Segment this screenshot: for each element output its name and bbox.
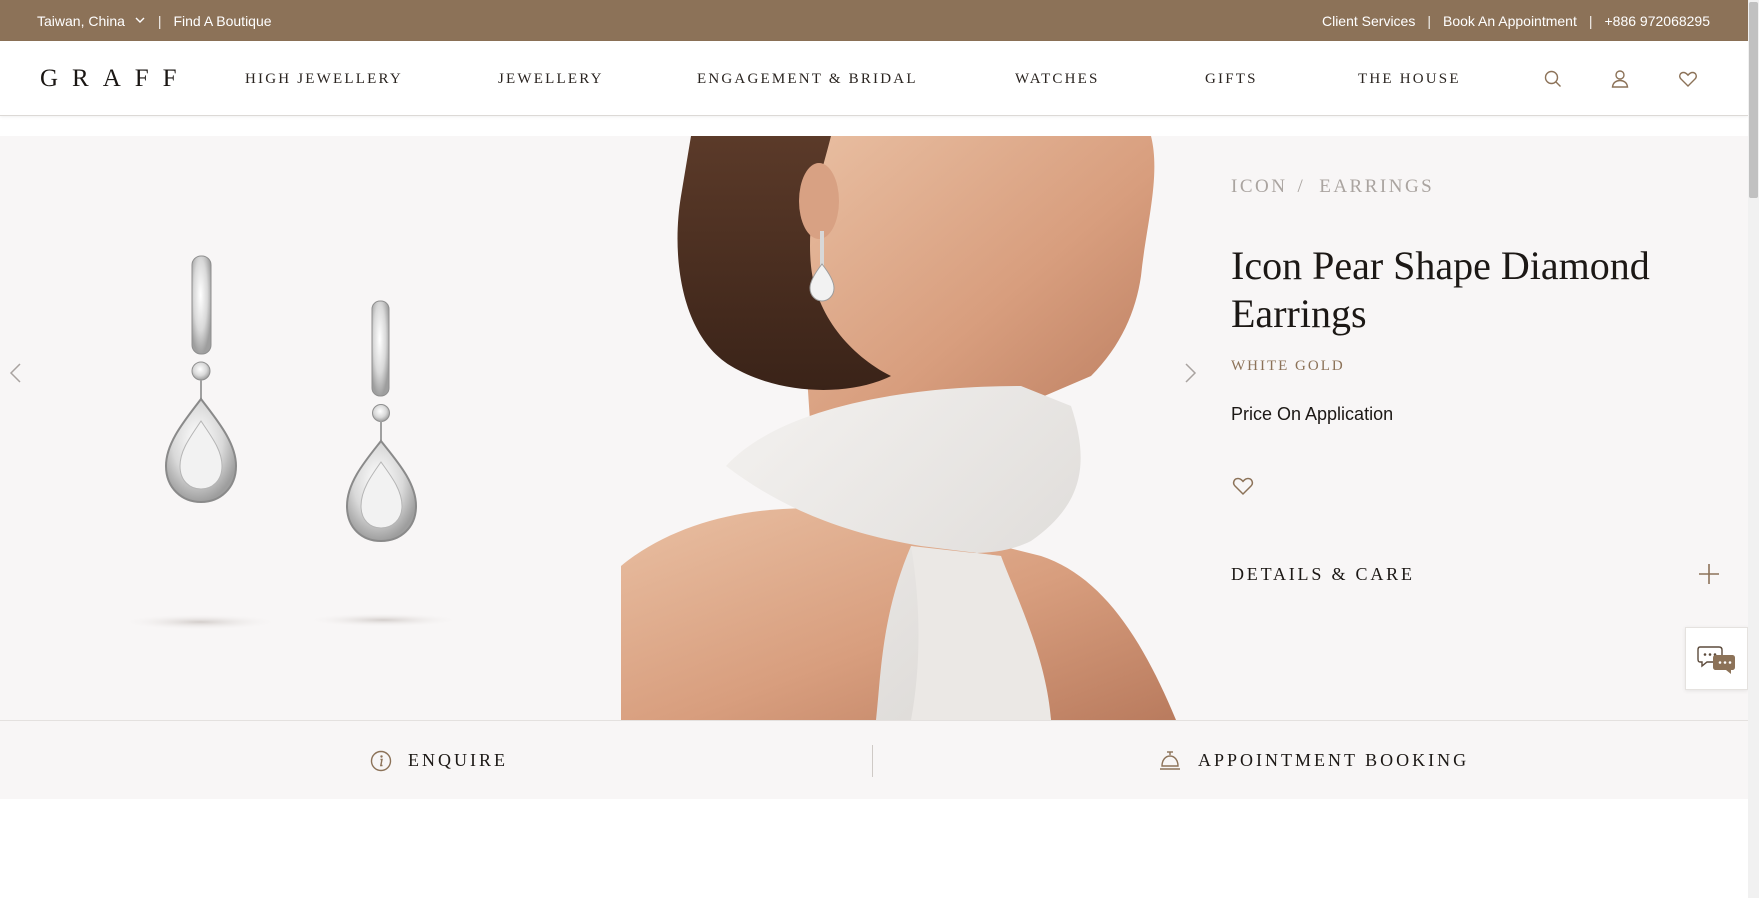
details-care-label: DETAILS & CARE [1231, 564, 1415, 584]
utility-left: Taiwan, China | Find A Boutique [37, 0, 272, 41]
search-icon[interactable] [1542, 68, 1564, 90]
gallery-next-arrow[interactable] [1180, 358, 1200, 388]
product-hero: ICON / EARRINGS Icon Pear Shape Diamond Ea… [0, 136, 1748, 720]
find-boutique-link[interactable]: Find A Boutique [173, 13, 271, 29]
nav-the-house[interactable]: THE HOUSE [1358, 71, 1461, 88]
client-services-link[interactable]: Client Services [1322, 13, 1415, 29]
live-chat-button[interactable] [1685, 627, 1748, 690]
nav-watches[interactable]: WATCHES [1015, 71, 1100, 88]
account-icon[interactable] [1609, 68, 1631, 90]
enquire-button[interactable]: ENQUIRE [370, 721, 508, 800]
breadcrumb: ICON / EARRINGS [1231, 176, 1434, 198]
add-to-wishlist-heart-icon[interactable] [1231, 474, 1255, 498]
service-bell-icon [1160, 750, 1180, 770]
product-price: Price On Application [1231, 404, 1394, 424]
nav-high-jewellery[interactable]: HIGH JEWELLERY [245, 71, 403, 88]
page-scrollbar[interactable] [1748, 0, 1759, 898]
separator: | [157, 12, 162, 29]
wishlist-icon[interactable] [1677, 68, 1699, 90]
chevron-down-icon [135, 17, 145, 23]
main-header: GRAFF HIGH JEWELLERY JEWELLERY ENGAGEMEN… [0, 41, 1748, 116]
earrings-product-image [120, 255, 461, 630]
breadcrumb-icon-collection[interactable]: ICON [1231, 176, 1287, 197]
nav-gifts[interactable]: GIFTS [1205, 71, 1258, 88]
breadcrumb-earrings[interactable]: EARRINGS [1319, 176, 1434, 197]
graff-logo[interactable]: GRAFF [40, 65, 191, 93]
info-icon [370, 750, 392, 771]
region-selector[interactable]: Taiwan, China [37, 13, 146, 29]
action-divider [872, 745, 873, 777]
details-care-toggle[interactable]: DETAILS & CARE [1231, 560, 1721, 590]
chat-bubbles-icon [1696, 645, 1735, 674]
nav-engagement-bridal[interactable]: ENGAGEMENT & BRIDAL [697, 71, 918, 88]
nav-jewellery[interactable]: JEWELLERY [498, 71, 604, 88]
separator: | [1427, 12, 1431, 29]
product-title: Icon Pear Shape Diamond Earrings [1231, 243, 1650, 336]
appointment-booking-button[interactable]: APPOINTMENT BOOKING [1158, 721, 1469, 800]
breadcrumb-separator: / [1297, 176, 1306, 197]
phone-link[interactable]: +886 972068295 [1605, 13, 1711, 29]
model-wearing-earrings-image [621, 136, 1176, 720]
enquire-label: ENQUIRE [408, 750, 508, 770]
region-label: Taiwan, China [37, 12, 125, 29]
scrollbar-thumb[interactable] [1749, 2, 1758, 198]
separator: | [1588, 12, 1593, 29]
appointment-booking-label: APPOINTMENT BOOKING [1198, 750, 1470, 770]
metal-type: WHITE GOLD [1231, 358, 1345, 374]
book-appointment-link[interactable]: Book An Appointment [1443, 13, 1577, 29]
action-bar: ENQUIRE APPOINTMENT BOOKING [0, 720, 1748, 799]
gallery-prev-arrow[interactable] [6, 358, 26, 388]
utility-bar: Taiwan, China | Find A Boutique Client S… [0, 0, 1748, 41]
utility-right: Client Services | Book An Appointment | … [1322, 0, 1710, 41]
plus-icon [1699, 564, 1719, 584]
